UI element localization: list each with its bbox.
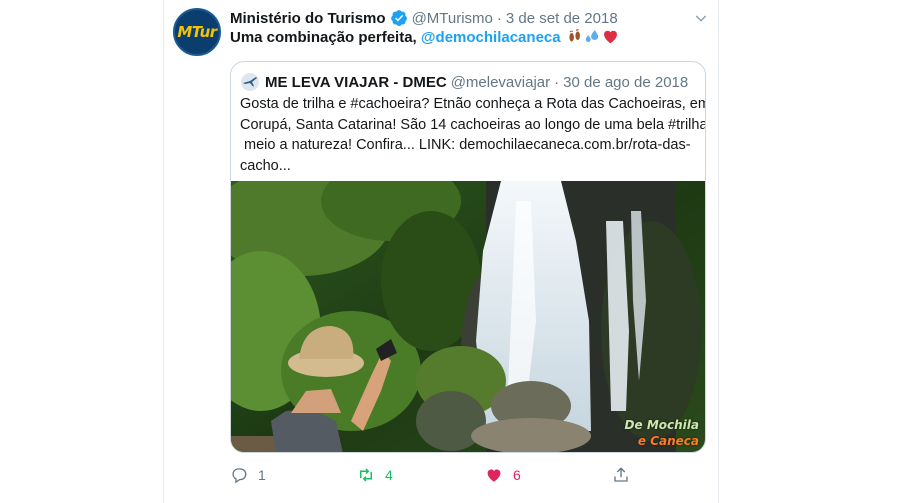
- retweet-button[interactable]: 4: [357, 463, 393, 487]
- tweet-card[interactable]: MTur Ministério do Turismo @MTurismo · 3…: [163, 0, 719, 503]
- quoted-tweet-date[interactable]: 30 de ago de 2018: [563, 74, 688, 91]
- like-button[interactable]: 6: [485, 463, 521, 487]
- watermark-line-2: e Caneca: [637, 434, 699, 448]
- quoted-author-handle[interactable]: @melevaviajar: [451, 74, 550, 91]
- reply-icon: [232, 468, 247, 484]
- quoted-text-line: meio a natureza! Confira... LINK: democh…: [240, 137, 691, 153]
- quoted-text-line: Corupá, Santa Catarina! São 14 cachoeira…: [240, 116, 706, 133]
- separator-dot: ·: [554, 73, 560, 91]
- author-avatar[interactable]: MTur: [173, 8, 221, 56]
- quoted-tweet-text: Gosta de trilha e #cachoeira? Etnão conh…: [240, 94, 706, 176]
- retweet-count: 4: [385, 467, 393, 483]
- mention-link[interactable]: @demochilacaneca: [421, 29, 561, 46]
- tweet-header: Ministério do Turismo @MTurismo · 3 de s…: [230, 9, 709, 27]
- verified-badge-icon: [390, 10, 407, 27]
- tweet-date[interactable]: 3 de set de 2018: [506, 10, 618, 27]
- red-heart-emoji-icon: [603, 30, 617, 44]
- share-button[interactable]: [612, 463, 640, 487]
- airplane-logo-icon: [243, 77, 257, 87]
- tweet-text-body: Uma combinação perfeita,: [230, 29, 421, 46]
- reply-count: 1: [258, 467, 266, 483]
- share-icon: [614, 467, 628, 482]
- quoted-tweet-image[interactable]: De Mochila e Caneca: [231, 181, 705, 452]
- author-handle[interactable]: @MTurismo: [412, 10, 493, 27]
- sweat-droplets-icon: [585, 30, 598, 42]
- quoted-tweet-header: ME LEVA VIAJAR - DMEC @melevaviajar · 30…: [241, 72, 695, 92]
- quoted-tweet[interactable]: ME LEVA VIAJAR - DMEC @melevaviajar · 30…: [230, 61, 706, 453]
- waterfall-photo: [231, 181, 705, 452]
- heart-icon: [487, 469, 501, 482]
- quoted-text-line: Gosta de trilha e #cachoeira? Etnão conh…: [240, 96, 706, 112]
- avatar-logo-text: MTur: [177, 23, 217, 41]
- author-name[interactable]: Ministério do Turismo: [230, 10, 386, 27]
- tweet-actions: 1 4 6: [230, 463, 630, 487]
- like-count: 6: [513, 467, 521, 483]
- separator-dot: ·: [496, 9, 502, 27]
- quoted-author-avatar[interactable]: [241, 73, 259, 91]
- quoted-text-line: cacho...: [240, 157, 291, 174]
- reply-button[interactable]: 1: [230, 463, 266, 487]
- quoted-author-name[interactable]: ME LEVA VIAJAR - DMEC: [265, 74, 447, 91]
- tweet-text: Uma combinação perfeita, @demochilacanec…: [230, 28, 709, 48]
- chevron-down-icon[interactable]: [693, 10, 709, 26]
- retweet-icon: [360, 468, 372, 482]
- footprints-emoji-icon: [569, 29, 580, 42]
- watermark-line-1: De Mochila: [624, 418, 699, 432]
